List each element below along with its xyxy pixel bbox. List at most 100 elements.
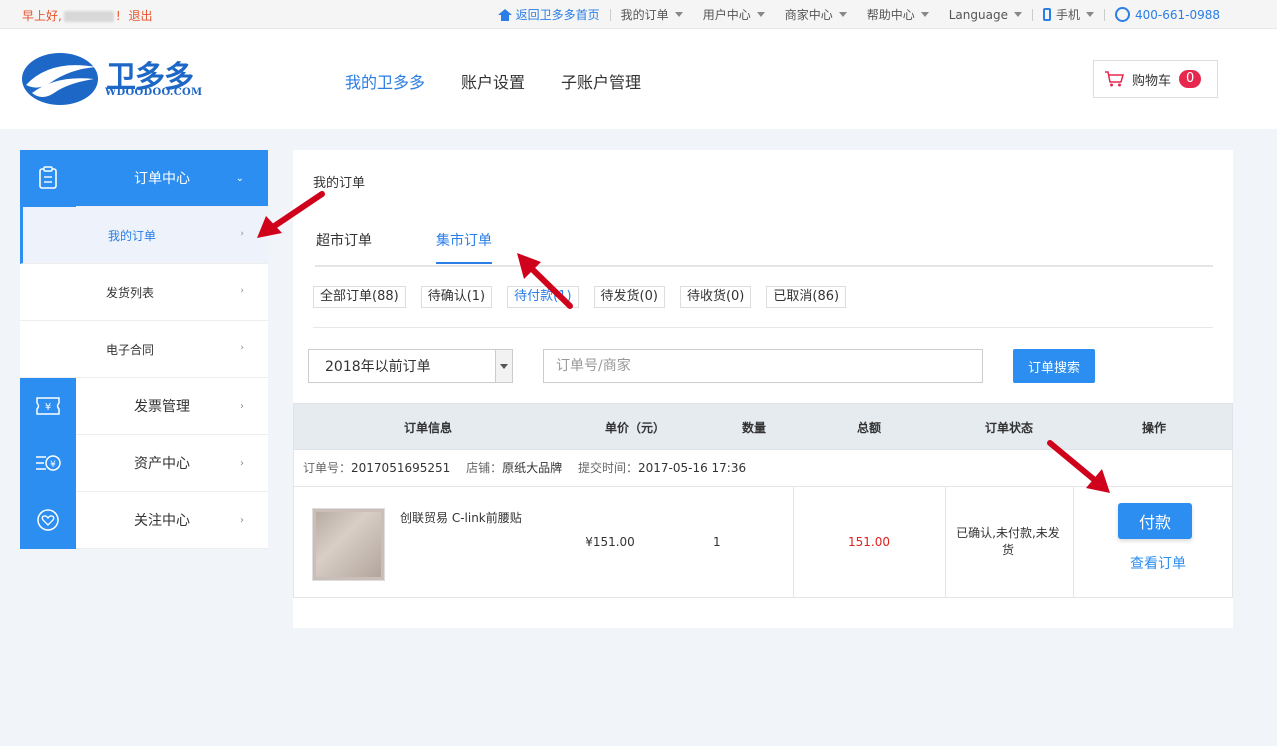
logo-domain: WDOODOO.COM — [105, 87, 203, 98]
clipboard-icon — [39, 166, 57, 189]
chevron-right-icon: › — [240, 458, 244, 469]
tab-market-orders[interactable]: 集市订单 — [436, 230, 492, 264]
svg-text:¥: ¥ — [45, 402, 51, 413]
greeting-suffix: ! — [115, 9, 121, 23]
logo-icon — [22, 53, 98, 105]
mobile-phone-icon — [1042, 8, 1051, 21]
sidebar-group-order-center[interactable]: 订单中心 ⌄ — [20, 149, 268, 207]
order-meta-row: 订单号：2017051695251 店铺：原纸大品牌 提交时间：2017-05-… — [293, 450, 1233, 487]
follow-icon-box — [20, 491, 76, 549]
logo[interactable]: 卫多多 WDOODOO.COM — [20, 49, 203, 109]
sidebar-item-my-orders[interactable]: 我的订单 › — [20, 207, 268, 264]
column-header: 总额 — [856, 421, 882, 435]
order-search-button[interactable]: 订单搜索 — [1013, 349, 1095, 383]
sidebar-group-assets[interactable]: ¥ 资产中心 › — [20, 434, 268, 492]
filter-pending-receipt[interactable]: 待收货(0) — [679, 286, 752, 308]
status-filters: 全部订单(88) 待确认(1) 待付款(1) 待发货(0) 待收货(0) 已取消… — [313, 286, 861, 308]
filter-all[interactable]: 全部订单(88) — [313, 286, 406, 308]
mobile-menu[interactable]: 手机 — [1042, 6, 1094, 23]
chevron-right-icon: › — [240, 229, 244, 239]
cell-divider — [1073, 487, 1074, 597]
main-nav: 我的卫多多 账户设置 子账户管理 — [345, 69, 677, 93]
filter-pending-shipment[interactable]: 待发货(0) — [593, 286, 665, 308]
sidebar-item-label: 电子合同 — [106, 342, 155, 357]
orders-panel: 我的订单 超市订单 集市订单 全部订单(88) 待确认(1) 待付款(1) 待发… — [293, 150, 1233, 628]
pay-button[interactable]: 付款 — [1118, 503, 1192, 539]
filter-pending-payment[interactable]: 待付款(1) — [507, 286, 579, 308]
user-center-menu[interactable]: 用户中心 — [703, 6, 765, 23]
coin-icon: ¥ — [36, 455, 61, 471]
top-bar: 早上好,! 退出 返回卫多多首页 我的订单 用户中心 商家中心 帮助中心 Lan… — [0, 0, 1277, 29]
divider — [313, 327, 1213, 328]
column-header: 操作 — [1141, 421, 1167, 435]
sidebar-group-invoice[interactable]: ¥ 发票管理 › — [20, 377, 268, 435]
telephone-icon — [1114, 7, 1130, 22]
order-search-input[interactable] — [543, 349, 983, 383]
chevron-down-icon — [1085, 12, 1094, 17]
divider — [1031, 8, 1033, 21]
help-center-menu[interactable]: 帮助中心 — [867, 6, 929, 23]
period-select[interactable]: 2018年以前订单 — [308, 349, 513, 383]
divider — [1103, 8, 1105, 21]
svg-text:¥: ¥ — [50, 460, 56, 470]
order-type-tabs: 超市订单 集市订单 — [315, 212, 1213, 267]
greeting: 早上好,! 退出 — [22, 7, 152, 24]
store-label: 店铺： — [466, 461, 503, 475]
user-center-menu-label: 用户中心 — [702, 8, 751, 22]
merchant-center-menu[interactable]: 商家中心 — [785, 6, 847, 23]
merchant-center-menu-label: 商家中心 — [784, 8, 833, 22]
tab-supermarket-orders[interactable]: 超市订单 — [316, 230, 372, 262]
view-order-link[interactable]: 查看订单 — [1130, 553, 1186, 573]
hotline: 400-661-0988 — [1114, 7, 1220, 22]
chevron-down-icon — [838, 12, 847, 17]
sidebar: 订单中心 ⌄ 我的订单 › 发货列表 › 电子合同 › ¥ 发票管理 › ¥ 资… — [20, 149, 268, 549]
product-thumbnail[interactable] — [312, 508, 385, 581]
help-center-menu-label: 帮助中心 — [866, 8, 915, 22]
divider — [609, 8, 611, 21]
product-name[interactable]: 创联贸易 C-link前腰贴 — [400, 510, 530, 527]
table-row: 创联贸易 C-link前腰贴 ¥151.00 1 151.00 已确认,未付款,… — [293, 487, 1233, 598]
hotline-number: 400-661-0988 — [1134, 7, 1220, 22]
period-select-value: 2018年以前订单 — [325, 359, 431, 375]
username-blurred — [63, 11, 114, 22]
chevron-right-icon: › — [240, 286, 244, 296]
product-image — [316, 512, 381, 577]
unit-price: ¥151.00 — [585, 535, 635, 549]
order-no-label: 订单号： — [303, 461, 352, 475]
submit-time: 2017-05-16 17:36 — [637, 461, 747, 475]
cart-count-badge: 0 — [1179, 70, 1202, 88]
chevron-down-icon — [1013, 12, 1022, 17]
language-menu[interactable]: Language — [949, 8, 1022, 22]
sidebar-item-e-contract[interactable]: 电子合同 › — [20, 321, 268, 378]
order-total: 151.00 — [848, 535, 890, 549]
chevron-right-icon: › — [240, 515, 244, 526]
filter-pending-confirm[interactable]: 待确认(1) — [420, 286, 493, 308]
quantity: 1 — [713, 535, 721, 549]
nav-my-wdoodoo[interactable]: 我的卫多多 — [345, 69, 425, 93]
chevron-down-icon — [756, 12, 765, 17]
logout-link[interactable]: 退出 — [128, 9, 152, 23]
invoice-icon-box: ¥ — [20, 377, 76, 435]
order-no: 2017051695251 — [351, 461, 451, 475]
submit-time-label: 提交时间： — [577, 461, 638, 475]
store-name[interactable]: 原纸大品牌 — [502, 461, 562, 475]
home-link[interactable]: 返回卫多多首页 — [497, 6, 600, 23]
assets-icon-box: ¥ — [20, 434, 76, 492]
column-header: 订单信息 — [403, 421, 453, 435]
filter-cancelled[interactable]: 已取消(86) — [766, 286, 847, 308]
order-status: 已确认,未付款,未发货 — [956, 526, 1060, 557]
cart-button[interactable]: 购物车 0 — [1093, 60, 1218, 98]
sidebar-item-shipping-list[interactable]: 发货列表 › — [20, 264, 268, 321]
nav-account-settings[interactable]: 账户设置 — [461, 69, 525, 93]
chevron-down-icon: ⌄ — [235, 173, 244, 184]
column-header: 单价（元） — [604, 421, 666, 435]
header: 卫多多 WDOODOO.COM 我的卫多多 账户设置 子账户管理 购物车 0 — [0, 29, 1277, 129]
sidebar-item-label: 我的订单 — [108, 228, 157, 243]
sidebar-item-label: 发货列表 — [106, 285, 155, 300]
mobile-menu-label: 手机 — [1055, 8, 1080, 22]
page-title: 我的订单 — [313, 176, 366, 191]
column-header: 订单状态 — [984, 421, 1034, 435]
nav-sub-accounts[interactable]: 子账户管理 — [561, 69, 641, 93]
sidebar-group-follow[interactable]: 关注中心 › — [20, 491, 268, 549]
my-orders-menu[interactable]: 我的订单 — [621, 6, 683, 23]
